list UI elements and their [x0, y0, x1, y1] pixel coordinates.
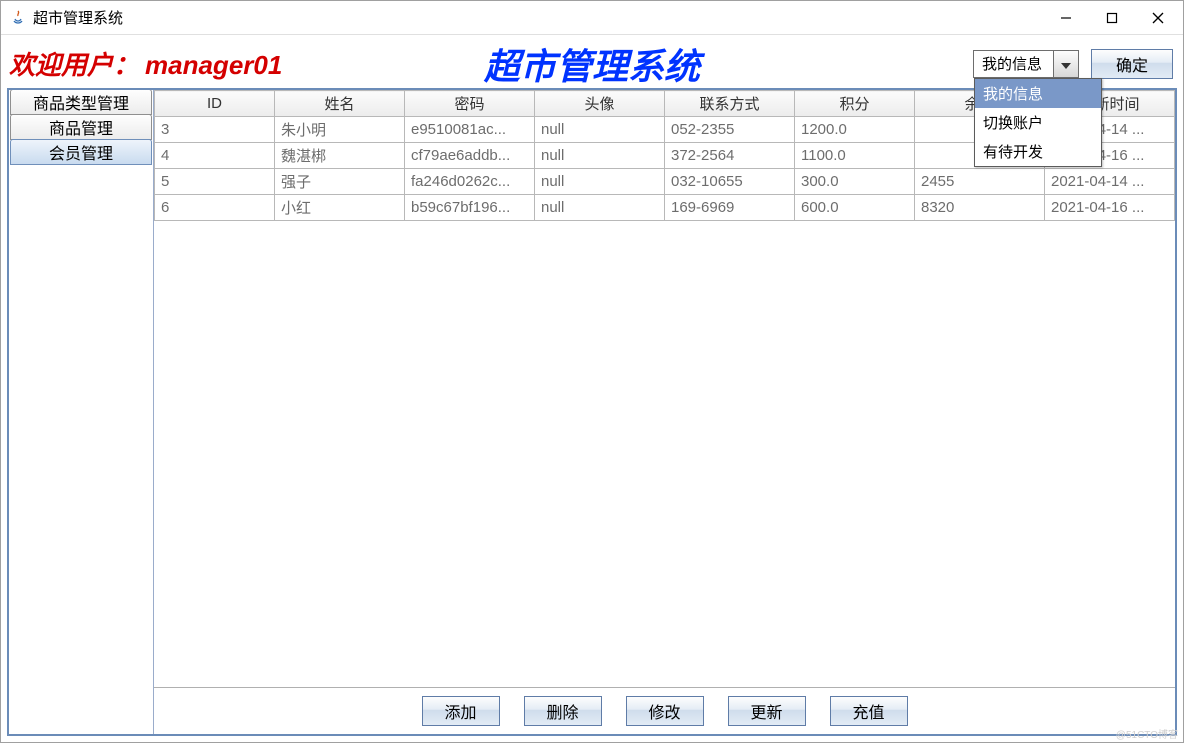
sidebar: 商品类型管理 商品管理 会员管理 — [9, 90, 154, 734]
system-title: 超市管理系统 — [484, 38, 700, 90]
column-header[interactable]: 积分 — [795, 91, 915, 117]
column-header[interactable]: 密码 — [405, 91, 535, 117]
add-button[interactable]: 添加 — [422, 696, 500, 726]
dropdown-item-myinfo[interactable]: 我的信息 — [975, 79, 1101, 108]
cell-points[interactable]: 300.0 — [795, 169, 915, 195]
cell-id[interactable]: 4 — [155, 143, 275, 169]
header: 欢迎用户：manager01 超市管理系统 我的信息 我的信息 切换账户 有待开… — [1, 35, 1183, 88]
cell-name[interactable]: 魏湛梆 — [275, 143, 405, 169]
cell-name[interactable]: 强子 — [275, 169, 405, 195]
header-right: 我的信息 我的信息 切换账户 有待开发 确定 — [973, 49, 1173, 79]
table-row[interactable]: 5强子fa246d0262c...null032-10655300.024552… — [155, 169, 1175, 195]
maximize-button[interactable] — [1089, 3, 1135, 33]
tab-member-mgmt[interactable]: 会员管理 — [10, 139, 152, 165]
close-button[interactable] — [1135, 3, 1181, 33]
column-header[interactable]: 联系方式 — [665, 91, 795, 117]
cell-updated[interactable]: 2021-04-16 ... — [1045, 195, 1175, 221]
welcome-text: 欢迎用户：manager01 — [9, 45, 282, 82]
cell-contact[interactable]: 372-2564 — [665, 143, 795, 169]
cell-points[interactable]: 1200.0 — [795, 117, 915, 143]
window-title: 超市管理系统 — [33, 7, 123, 28]
cell-avatar[interactable]: null — [535, 169, 665, 195]
column-header[interactable]: 姓名 — [275, 91, 405, 117]
cell-pwd[interactable]: cf79ae6addb... — [405, 143, 535, 169]
titlebar: 超市管理系统 — [1, 1, 1183, 35]
minimize-button[interactable] — [1043, 3, 1089, 33]
cell-contact[interactable]: 052-2355 — [665, 117, 795, 143]
combo-arrow-button[interactable] — [1054, 51, 1078, 77]
profile-combo[interactable]: 我的信息 我的信息 切换账户 有待开发 — [973, 50, 1079, 78]
cell-balance[interactable]: 2455 — [915, 169, 1045, 195]
cell-avatar[interactable]: null — [535, 143, 665, 169]
body: 商品类型管理 商品管理 会员管理 ID姓名密码头像联系方式积分余额更新时间 3朱… — [7, 88, 1177, 736]
cell-balance[interactable]: 8320 — [915, 195, 1045, 221]
profile-dropdown: 我的信息 切换账户 有待开发 — [974, 78, 1102, 167]
username: manager01 — [145, 50, 282, 80]
cell-pwd[interactable]: fa246d0262c... — [405, 169, 535, 195]
edit-button[interactable]: 修改 — [626, 696, 704, 726]
cell-points[interactable]: 600.0 — [795, 195, 915, 221]
cell-contact[interactable]: 032-10655 — [665, 169, 795, 195]
dropdown-item-switch[interactable]: 切换账户 — [975, 108, 1101, 137]
delete-button[interactable]: 删除 — [524, 696, 602, 726]
cell-avatar[interactable]: null — [535, 195, 665, 221]
cell-name[interactable]: 小红 — [275, 195, 405, 221]
footer-buttons: 添加 删除 修改 更新 充值 — [154, 688, 1175, 734]
cell-id[interactable]: 6 — [155, 195, 275, 221]
combo-selected: 我的信息 — [974, 51, 1054, 77]
confirm-button[interactable]: 确定 — [1091, 49, 1173, 79]
recharge-button[interactable]: 充值 — [830, 696, 908, 726]
cell-contact[interactable]: 169-6969 — [665, 195, 795, 221]
cell-pwd[interactable]: e9510081ac... — [405, 117, 535, 143]
cell-avatar[interactable]: null — [535, 117, 665, 143]
cell-id[interactable]: 3 — [155, 117, 275, 143]
chevron-down-icon — [1061, 56, 1071, 72]
table-row[interactable]: 6小红b59c67bf196...null169-6969600.0832020… — [155, 195, 1175, 221]
app-window: 超市管理系统 欢迎用户：manager01 超市管理系统 我的信息 — [0, 0, 1184, 743]
cell-name[interactable]: 朱小明 — [275, 117, 405, 143]
cell-updated[interactable]: 2021-04-14 ... — [1045, 169, 1175, 195]
refresh-button[interactable]: 更新 — [728, 696, 806, 726]
column-header[interactable]: 头像 — [535, 91, 665, 117]
cell-pwd[interactable]: b59c67bf196... — [405, 195, 535, 221]
column-header[interactable]: ID — [155, 91, 275, 117]
tab-product-mgmt[interactable]: 商品管理 — [10, 114, 152, 140]
main: ID姓名密码头像联系方式积分余额更新时间 3朱小明e9510081ac...nu… — [154, 90, 1175, 734]
cell-points[interactable]: 1100.0 — [795, 143, 915, 169]
cell-id[interactable]: 5 — [155, 169, 275, 195]
welcome-prefix: 欢迎用户： — [9, 50, 139, 80]
table-scroll[interactable]: ID姓名密码头像联系方式积分余额更新时间 3朱小明e9510081ac...nu… — [154, 90, 1175, 688]
java-icon — [9, 9, 27, 27]
dropdown-item-pending[interactable]: 有待开发 — [975, 137, 1101, 166]
tab-category-mgmt[interactable]: 商品类型管理 — [10, 89, 152, 115]
